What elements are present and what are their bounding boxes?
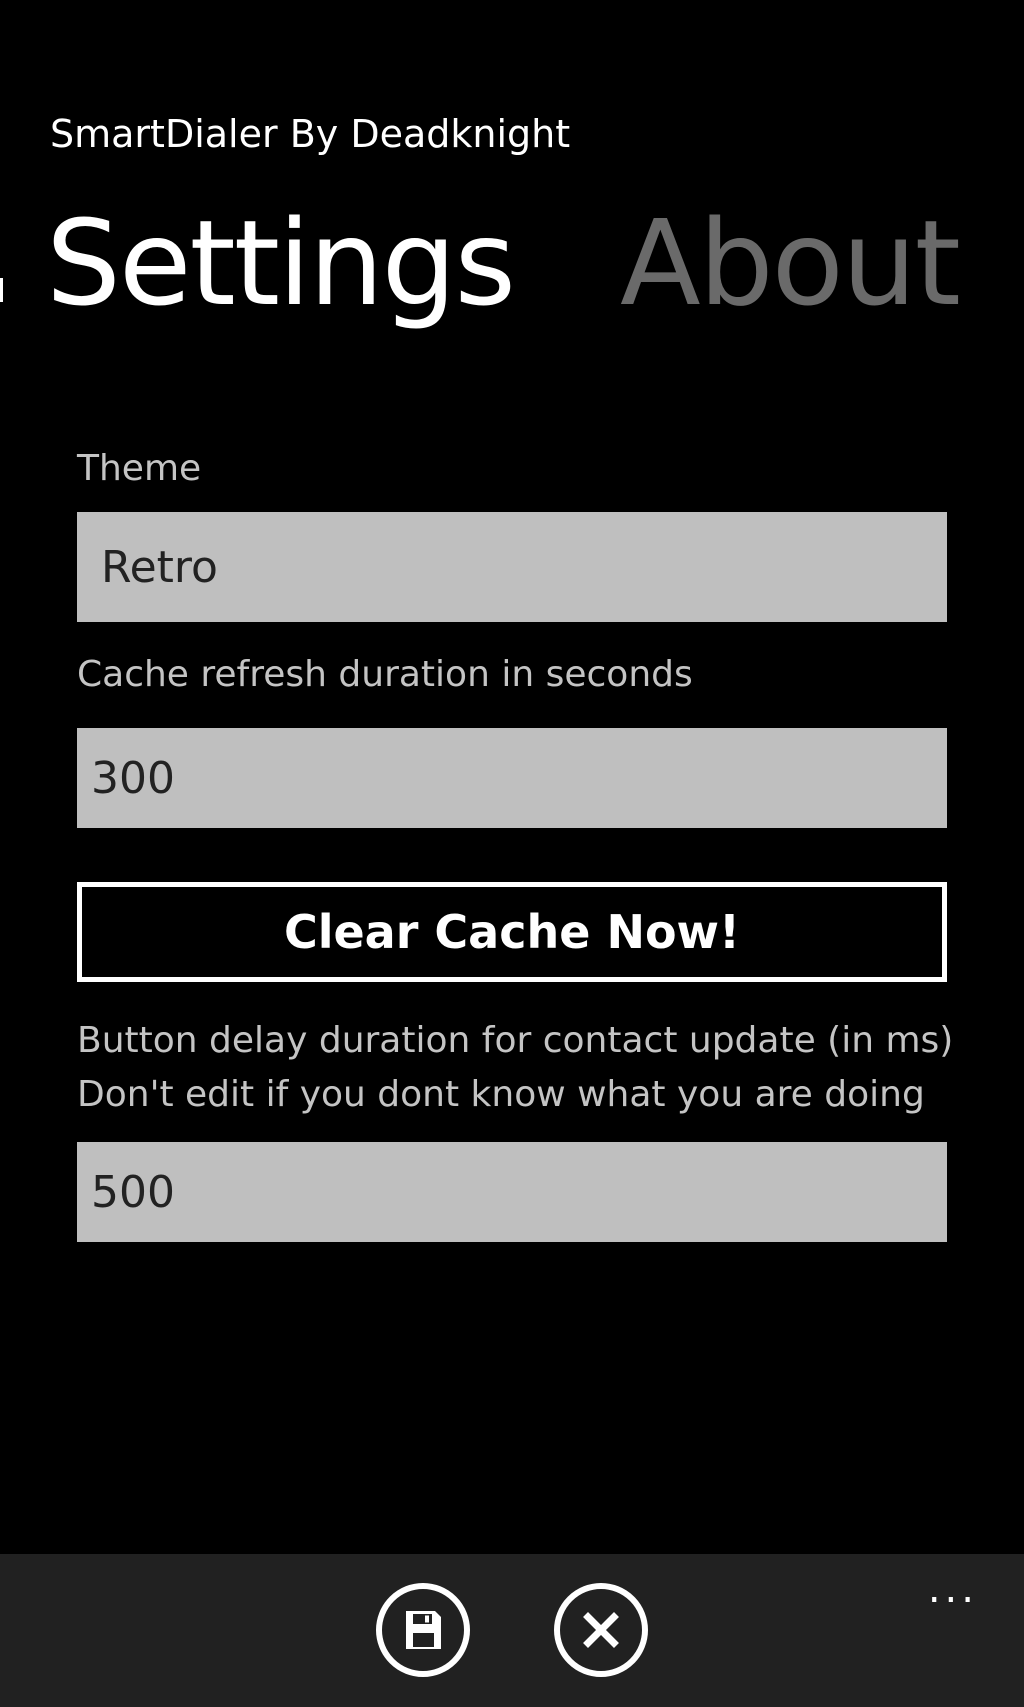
cache-refresh-label: Cache refresh duration in seconds: [77, 654, 693, 695]
theme-picker[interactable]: Retro: [77, 512, 947, 622]
tab-about[interactable]: About: [620, 188, 961, 338]
button-delay-value: 500: [91, 1166, 175, 1218]
pivot-header-bar: Settings About: [0, 188, 1024, 338]
tab-settings[interactable]: Settings: [46, 188, 516, 338]
close-icon: [583, 1612, 619, 1648]
save-icon: [406, 1611, 441, 1649]
app-title: SmartDialer By Deadknight: [50, 112, 571, 156]
cancel-button[interactable]: [551, 1580, 651, 1680]
button-delay-description: Button delay duration for contact update…: [77, 1014, 953, 1122]
button-delay-input[interactable]: 500: [77, 1142, 947, 1242]
application-bar: ...: [0, 1554, 1024, 1707]
save-button[interactable]: [373, 1580, 473, 1680]
cache-refresh-input[interactable]: 300: [77, 728, 947, 828]
clear-cache-button[interactable]: Clear Cache Now!: [77, 882, 947, 982]
more-options-button[interactable]: ...: [928, 1566, 978, 1612]
theme-label: Theme: [77, 448, 202, 489]
button-delay-warning: Don't edit if you dont know what you are…: [77, 1074, 925, 1115]
previous-pivot-edge: [0, 278, 3, 302]
theme-value: Retro: [101, 541, 218, 593]
button-delay-label: Button delay duration for contact update…: [77, 1020, 954, 1061]
cache-refresh-value: 300: [91, 752, 175, 804]
